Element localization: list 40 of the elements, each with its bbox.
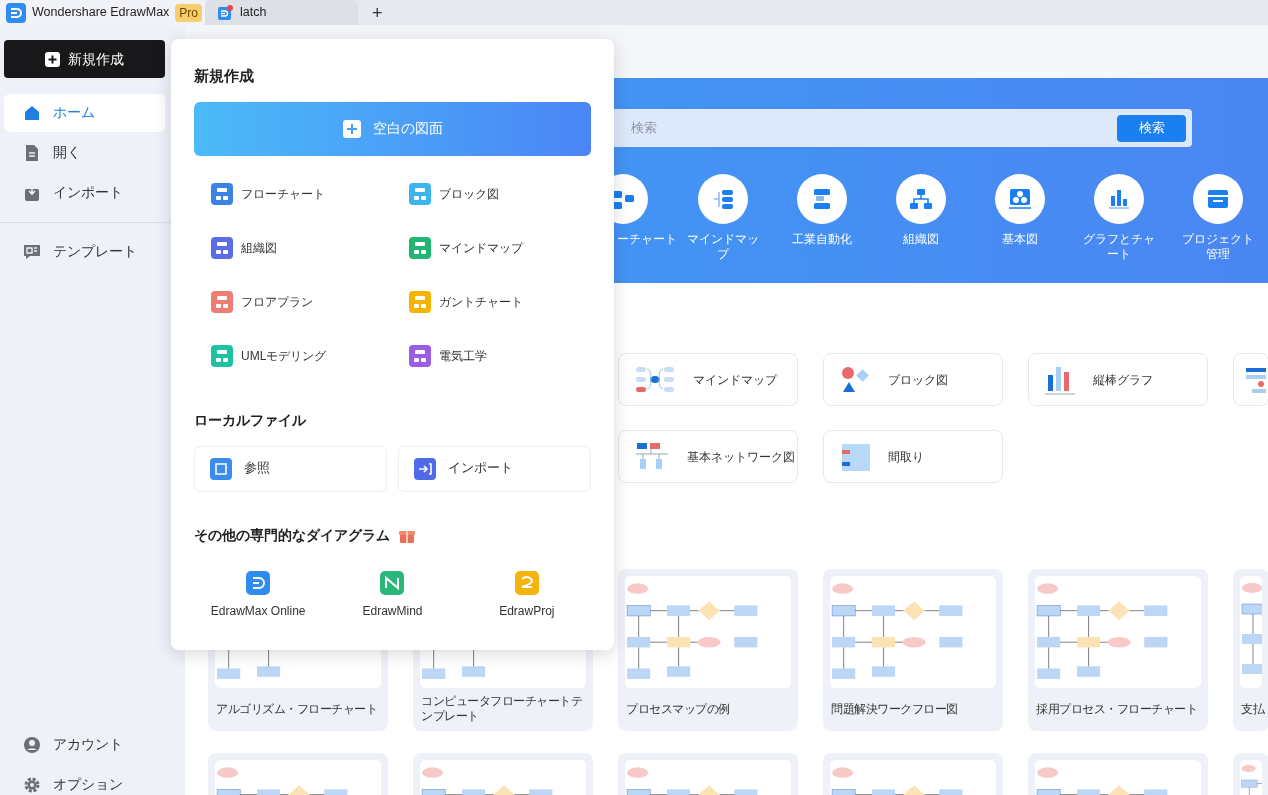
- sidebar-item[interactable]: ホーム: [4, 94, 165, 132]
- sidebar-item[interactable]: インポート: [4, 174, 165, 212]
- template-title: コンピュータフローチャートテンプレート: [420, 693, 583, 724]
- template-card[interactable]: 問題解決ワークフロー図: [823, 569, 1003, 731]
- template-title: 問題解決ワークフロー図: [830, 700, 959, 717]
- app-name: Wondershare EdrawMax: [32, 4, 170, 22]
- diagram-type-item[interactable]: マインドマップ: [409, 236, 591, 259]
- search-button[interactable]: 検索: [1117, 114, 1186, 142]
- diagram-type-item[interactable]: ブロック図: [409, 182, 591, 205]
- new-button[interactable]: 新規作成: [4, 40, 165, 78]
- diagram-type-item[interactable]: 電気工学: [409, 344, 591, 367]
- section-heading: ローカルファイル: [194, 410, 307, 430]
- template-title: 採用プロセス・フローチャート: [1035, 700, 1198, 717]
- template-type-card[interactable]: 縦棒グラフ: [1028, 353, 1208, 406]
- sidebar-item[interactable]: アカウント: [4, 726, 165, 764]
- diagram-type-item[interactable]: 組織図: [211, 236, 393, 259]
- template-title: プロセスマップの例: [625, 700, 731, 717]
- template-card[interactable]: 採用プロセス・フローチャート: [1028, 569, 1208, 731]
- menu-heading: 新規作成: [194, 66, 255, 86]
- sidebar-item[interactable]: テンプレート: [4, 233, 165, 271]
- diagram-type-item[interactable]: フローチャート: [211, 182, 393, 205]
- template-type-card[interactable]: 基本ネットワーク図: [618, 430, 798, 483]
- section-heading: その他の専門的なダイアグラム: [194, 525, 390, 545]
- template-type-card[interactable]: ブロック図: [823, 353, 1003, 406]
- template-type-card[interactable]: 間取り: [823, 430, 1003, 483]
- diagram-type-item[interactable]: ガントチャート: [409, 290, 591, 313]
- sidebar-item[interactable]: オプション: [4, 766, 165, 795]
- template-title: アルゴリズム・フローチャート: [215, 700, 378, 717]
- diagram-type-item[interactable]: フロアプラン: [211, 290, 393, 313]
- diagram-type-item[interactable]: UMLモデリング: [211, 344, 393, 367]
- template-card[interactable]: プロセスマップの例: [618, 569, 798, 731]
- template-card[interactable]: 支払: [1233, 569, 1268, 731]
- local-file-button[interactable]: 参照: [194, 445, 387, 492]
- document-tab[interactable]: latch: [205, 0, 358, 25]
- local-file-button[interactable]: インポート: [398, 445, 591, 492]
- new-tab-button[interactable]: +: [368, 3, 387, 22]
- sidebar-item[interactable]: 開く: [4, 134, 165, 172]
- pro-badge: Pro: [175, 3, 203, 22]
- template-type-card[interactable]: マインドマップ: [618, 353, 798, 406]
- app-link[interactable]: EdrawProj: [459, 570, 594, 620]
